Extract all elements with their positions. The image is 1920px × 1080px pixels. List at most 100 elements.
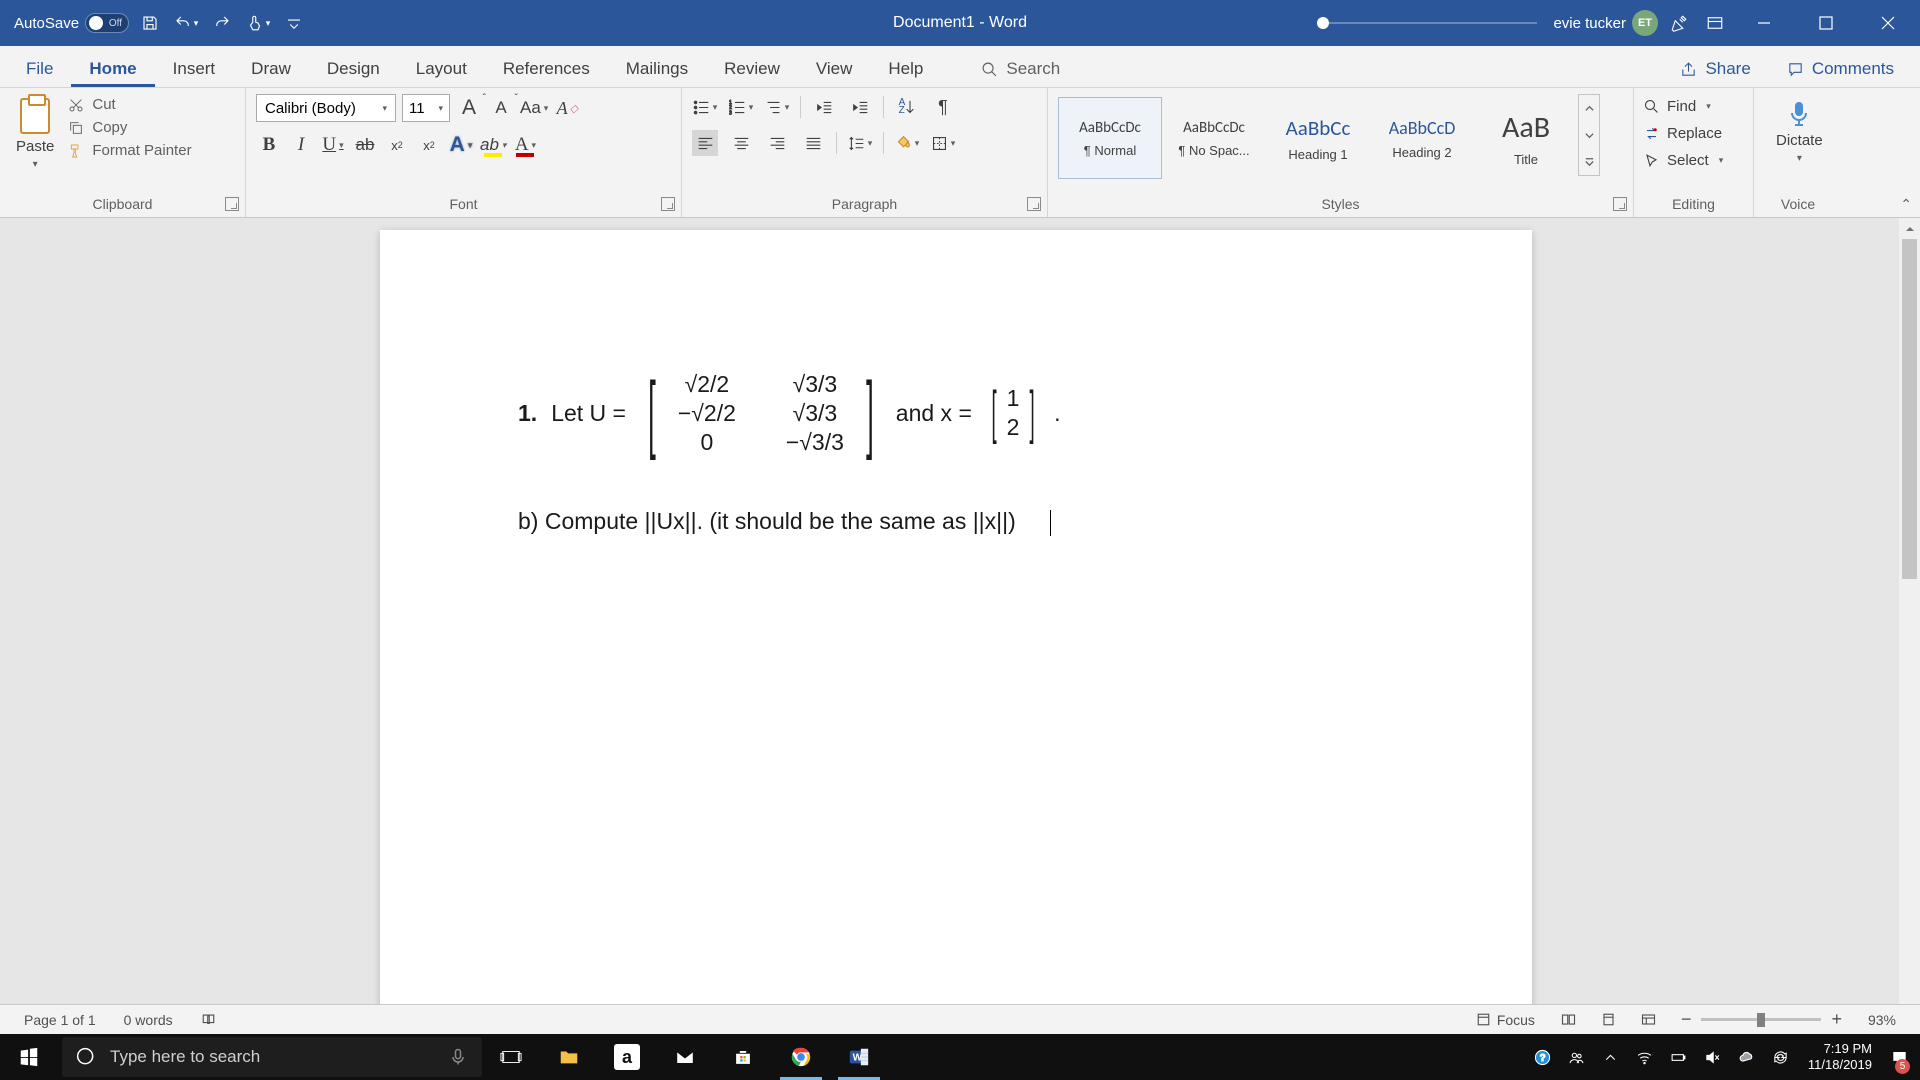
grow-font-button[interactable]: Aˆ xyxy=(456,95,482,121)
tray-wifi[interactable] xyxy=(1630,1034,1660,1080)
autosave-toggle[interactable]: AutoSave Off xyxy=(14,13,129,33)
customize-qat-icon[interactable] xyxy=(279,8,309,38)
font-size-select[interactable]: 11▾ xyxy=(402,94,450,122)
format-painter-button[interactable]: Format Painter xyxy=(68,142,191,159)
style-item[interactable]: AaBbCcDc¶ No Spac... xyxy=(1162,97,1266,179)
align-center-button[interactable] xyxy=(728,130,754,156)
sort-button[interactable]: AZ xyxy=(894,94,920,120)
file-explorer-button[interactable] xyxy=(540,1034,598,1080)
ribbon-display-icon[interactable] xyxy=(1700,8,1730,38)
style-item[interactable]: AaBTitle xyxy=(1474,97,1578,179)
tray-volume[interactable] xyxy=(1698,1034,1728,1080)
focus-mode-button[interactable]: Focus xyxy=(1462,1012,1549,1028)
replace-button[interactable]: Replace xyxy=(1644,125,1723,142)
font-name-select[interactable]: Calibri (Body)▾ xyxy=(256,94,396,122)
redo-icon[interactable] xyxy=(207,8,237,38)
minimize-button[interactable] xyxy=(1736,0,1792,46)
store-button[interactable] xyxy=(714,1034,772,1080)
amazon-button[interactable]: a xyxy=(598,1034,656,1080)
tray-help[interactable]: ? xyxy=(1528,1034,1558,1080)
zoom-level[interactable]: 93% xyxy=(1854,1012,1910,1028)
save-icon[interactable] xyxy=(135,8,165,38)
styles-scroll-down[interactable] xyxy=(1579,122,1599,149)
tab-help[interactable]: Help xyxy=(870,49,941,87)
line-spacing-button[interactable]: ▾ xyxy=(847,130,873,156)
collapse-ribbon-button[interactable]: ⌃ xyxy=(1900,196,1912,213)
cut-button[interactable]: Cut xyxy=(68,96,191,113)
comments-button[interactable]: Comments xyxy=(1769,59,1912,87)
bullets-button[interactable]: ▾ xyxy=(692,94,718,120)
paragraph-launcher-icon[interactable] xyxy=(1027,197,1041,211)
clear-formatting-button[interactable]: A◇ xyxy=(554,95,580,121)
tell-me-search[interactable]: Search xyxy=(981,59,1060,87)
underline-button[interactable]: U▾ xyxy=(320,132,346,158)
page[interactable]: 1. Let U = [ √2/2√3/3 −√2/2√3/3 0−√3/3 ]… xyxy=(380,230,1532,1034)
tab-design[interactable]: Design xyxy=(309,49,398,87)
font-color-button[interactable]: A▾ xyxy=(512,132,538,158)
word-count[interactable]: 0 words xyxy=(110,1012,187,1028)
show-marks-button[interactable]: ¶ xyxy=(930,94,956,120)
tab-draw[interactable]: Draw xyxy=(233,49,309,87)
justify-button[interactable] xyxy=(800,130,826,156)
vertical-scrollbar[interactable] xyxy=(1899,218,1920,1034)
shading-button[interactable]: ▾ xyxy=(894,130,920,156)
task-view-button[interactable] xyxy=(482,1034,540,1080)
superscript-button[interactable]: x2 xyxy=(416,132,442,158)
subscript-button[interactable]: x2 xyxy=(384,132,410,158)
clipboard-launcher-icon[interactable] xyxy=(225,197,239,211)
tab-insert[interactable]: Insert xyxy=(155,49,234,87)
spelling-status[interactable] xyxy=(187,1012,230,1027)
read-mode-button[interactable] xyxy=(1549,1012,1589,1027)
change-case-button[interactable]: Aa▾ xyxy=(520,95,548,121)
decrease-indent-button[interactable] xyxy=(811,94,837,120)
microphone-icon[interactable] xyxy=(448,1047,468,1067)
chrome-button[interactable] xyxy=(772,1034,830,1080)
dictate-button[interactable]: Dictate ▾ xyxy=(1764,94,1835,170)
close-button[interactable] xyxy=(1860,0,1916,46)
styles-launcher-icon[interactable] xyxy=(1613,197,1627,211)
user-avatar[interactable]: ET xyxy=(1632,10,1658,36)
page-indicator[interactable]: Page 1 of 1 xyxy=(10,1012,110,1028)
start-button[interactable] xyxy=(0,1034,58,1080)
find-button[interactable]: Find▾ xyxy=(1644,98,1723,115)
align-left-button[interactable] xyxy=(692,130,718,156)
web-layout-button[interactable] xyxy=(1629,1012,1669,1027)
tray-sync[interactable] xyxy=(1766,1034,1796,1080)
tray-battery[interactable] xyxy=(1664,1034,1694,1080)
titlebar-slider[interactable] xyxy=(1317,20,1537,26)
word-button[interactable]: W xyxy=(830,1034,888,1080)
zoom-out-button[interactable]: − xyxy=(1681,1009,1692,1030)
tray-clock[interactable]: 7:19 PM 11/18/2019 xyxy=(1800,1041,1880,1072)
scroll-thumb[interactable] xyxy=(1902,239,1917,579)
shrink-font-button[interactable]: Aˇ xyxy=(488,95,514,121)
style-item[interactable]: AaBbCcHeading 1 xyxy=(1266,97,1370,179)
style-item[interactable]: AaBbCcDc¶ Normal xyxy=(1058,97,1162,179)
zoom-track[interactable] xyxy=(1701,1018,1821,1021)
align-right-button[interactable] xyxy=(764,130,790,156)
scroll-up-button[interactable] xyxy=(1899,218,1920,239)
strikethrough-button[interactable]: ab xyxy=(352,132,378,158)
numbering-button[interactable]: 123▾ xyxy=(728,94,754,120)
copy-button[interactable]: Copy xyxy=(68,119,191,136)
tab-view[interactable]: View xyxy=(798,49,871,87)
tab-mailings[interactable]: Mailings xyxy=(608,49,706,87)
paste-button[interactable]: Paste ▾ xyxy=(10,94,60,174)
tray-chevron-up[interactable] xyxy=(1596,1034,1626,1080)
undo-icon[interactable]: ▾ xyxy=(171,8,201,38)
styles-expand[interactable] xyxy=(1579,148,1599,175)
italic-button[interactable]: I xyxy=(288,132,314,158)
tray-notifications[interactable]: 5 xyxy=(1884,1034,1914,1080)
bold-button[interactable]: B xyxy=(256,132,282,158)
print-layout-button[interactable] xyxy=(1589,1012,1629,1027)
borders-button[interactable]: ▾ xyxy=(930,130,956,156)
user-name[interactable]: evie tucker xyxy=(1553,15,1626,32)
tab-layout[interactable]: Layout xyxy=(398,49,485,87)
highlight-button[interactable]: ab▾ xyxy=(480,132,506,158)
tab-references[interactable]: References xyxy=(485,49,608,87)
tray-onedrive[interactable] xyxy=(1732,1034,1762,1080)
text-effects-button[interactable]: A▾ xyxy=(448,132,474,158)
touch-mode-icon[interactable]: ▾ xyxy=(243,8,273,38)
tray-people[interactable] xyxy=(1562,1034,1592,1080)
style-item[interactable]: AaBbCcDHeading 2 xyxy=(1370,97,1474,179)
tab-review[interactable]: Review xyxy=(706,49,798,87)
